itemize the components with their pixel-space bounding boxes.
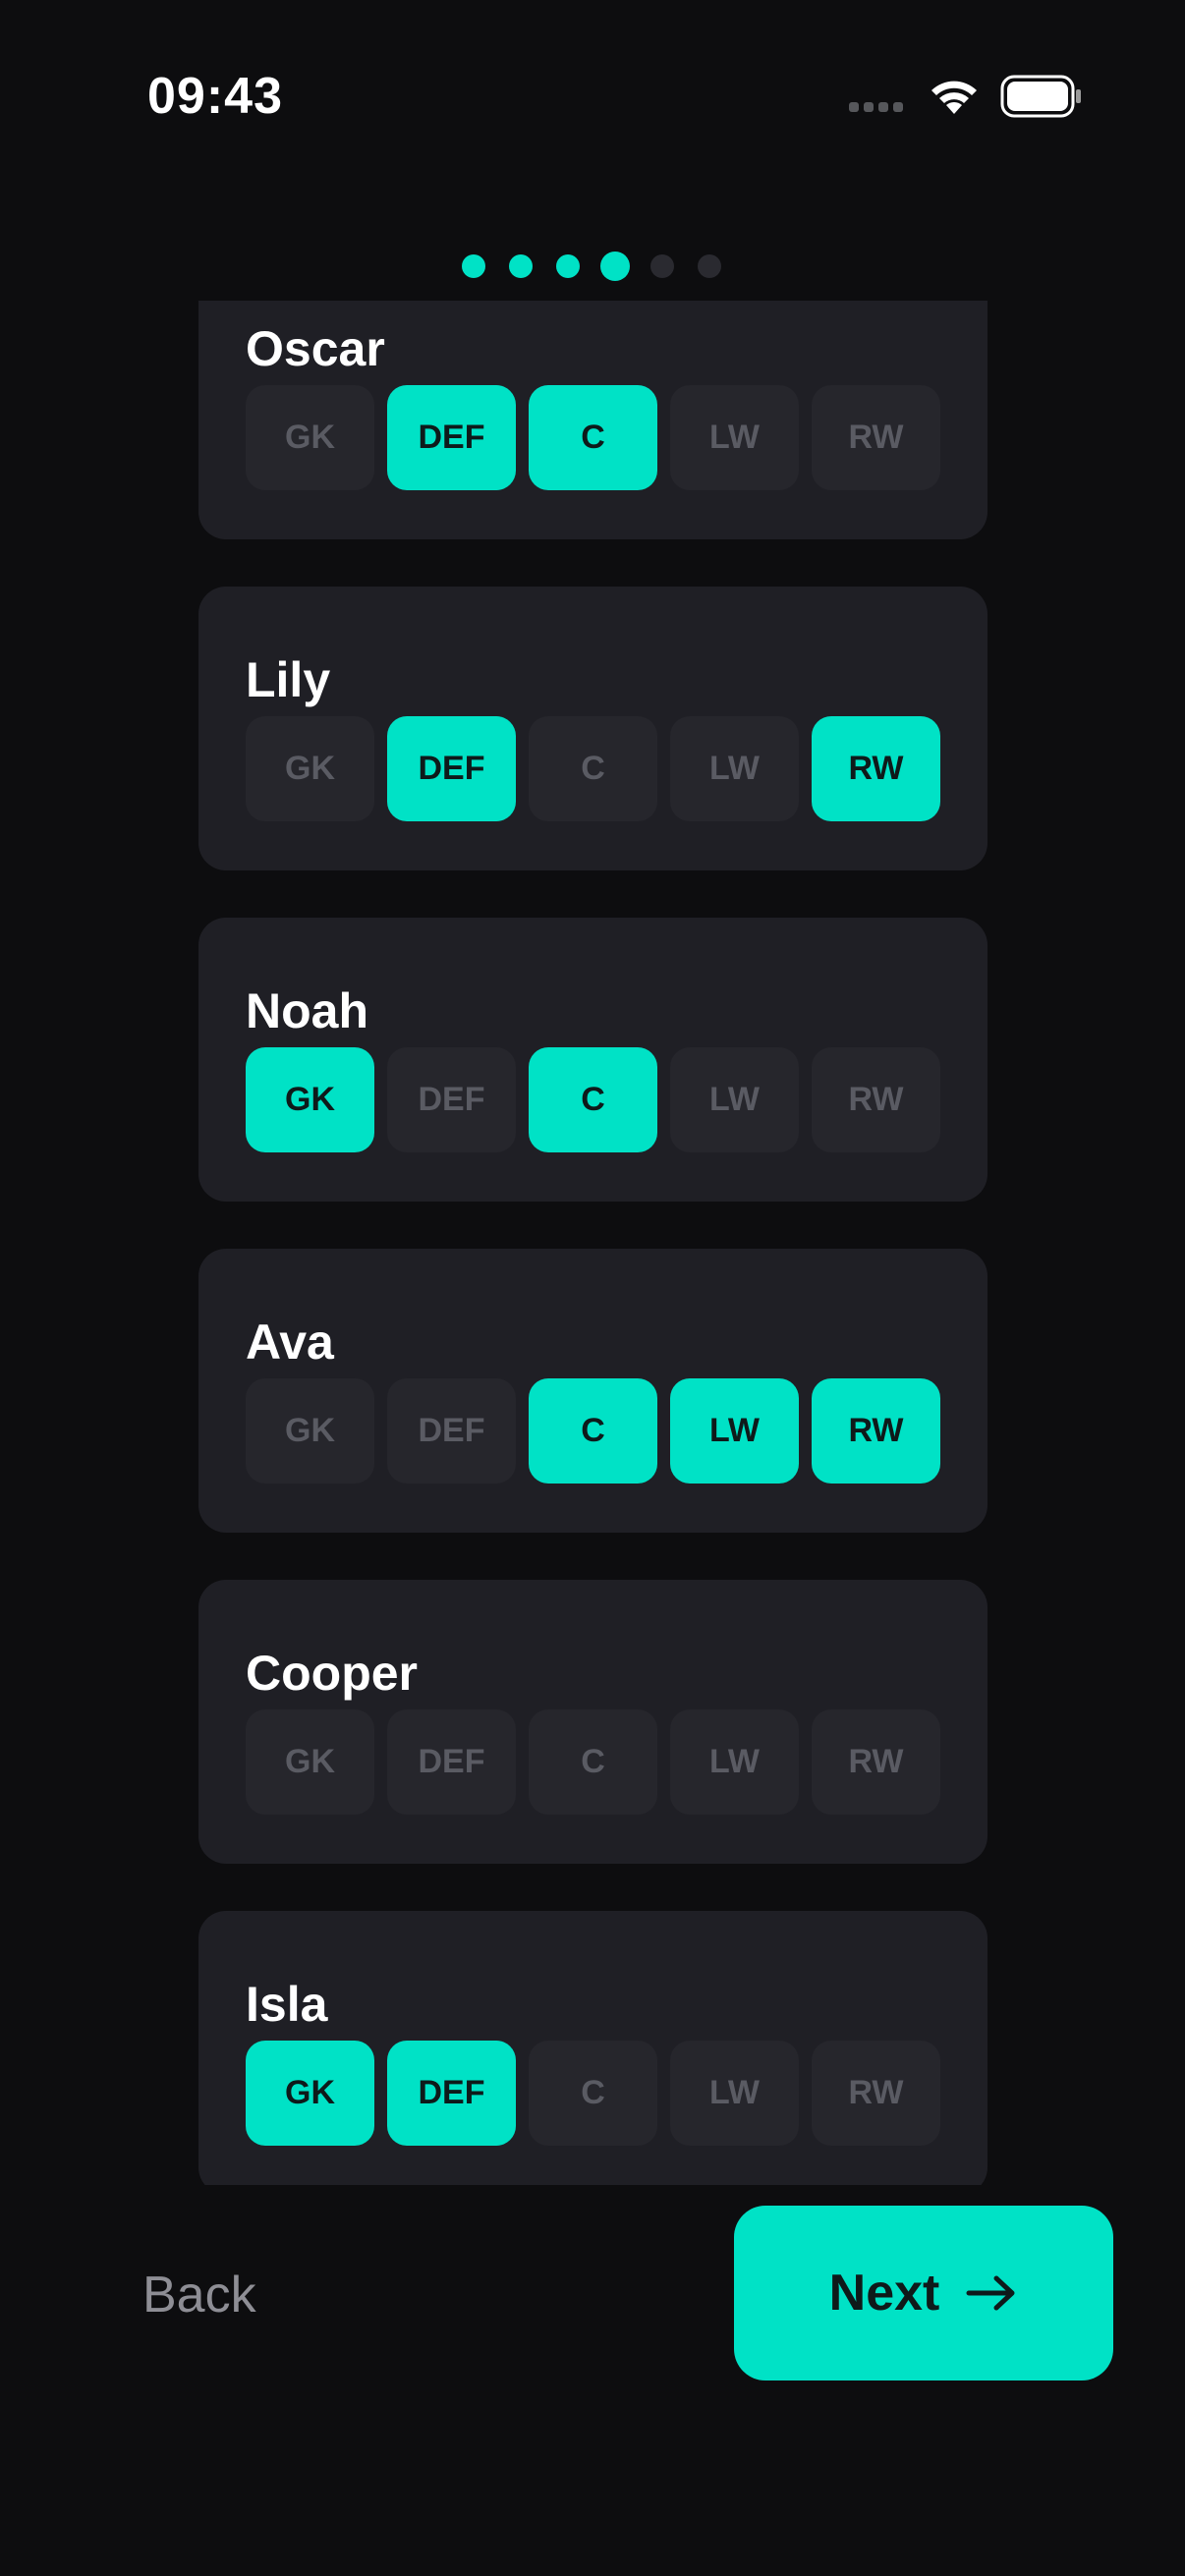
position-toggle-group: GK DEF C LW RW	[246, 2041, 940, 2146]
player-list[interactable]: Oscar GK DEF C LW RW Lily GK DEF C LW RW Noah GK DEF C L…	[0, 301, 1185, 2185]
position-toggle-group: GK DEF C LW RW	[246, 385, 940, 490]
position-toggle-c[interactable]: C	[529, 1709, 657, 1815]
back-button[interactable]: Back	[142, 2266, 256, 2324]
position-toggle-def[interactable]: DEF	[387, 1709, 516, 1815]
position-toggle-c[interactable]: C	[529, 1378, 657, 1484]
position-toggle-c[interactable]: C	[529, 1047, 657, 1152]
position-toggle-rw[interactable]: RW	[812, 716, 940, 821]
position-toggle-def[interactable]: DEF	[387, 385, 516, 490]
player-name: Lily	[246, 652, 331, 707]
position-toggle-lw[interactable]: LW	[670, 1047, 799, 1152]
arrow-right-icon	[966, 2275, 1015, 2311]
player-card: Ava GK DEF C LW RW	[198, 1249, 988, 1533]
position-toggle-lw[interactable]: LW	[670, 385, 799, 490]
player-card: Cooper GK DEF C LW RW	[198, 1580, 988, 1864]
player-name: Isla	[246, 1977, 328, 2032]
position-toggle-group: GK DEF C LW RW	[246, 716, 940, 821]
player-name: Oscar	[246, 321, 385, 376]
position-toggle-rw[interactable]: RW	[812, 385, 940, 490]
position-toggle-gk[interactable]: GK	[246, 385, 374, 490]
player-card: Isla GK DEF C LW RW	[198, 1911, 988, 2185]
position-toggle-gk[interactable]: GK	[246, 1047, 374, 1152]
page-dot	[509, 254, 533, 278]
position-toggle-group: GK DEF C LW RW	[246, 1047, 940, 1152]
position-toggle-gk[interactable]: GK	[246, 716, 374, 821]
page-dot	[600, 252, 630, 281]
position-toggle-group: GK DEF C LW RW	[246, 1378, 940, 1484]
player-name: Cooper	[246, 1646, 418, 1701]
page-dot	[556, 254, 580, 278]
page-indicator	[0, 251, 1185, 282]
page-dot	[650, 254, 674, 278]
position-toggle-rw[interactable]: RW	[812, 1709, 940, 1815]
position-toggle-gk[interactable]: GK	[246, 2041, 374, 2146]
player-card: Lily GK DEF C LW RW	[198, 587, 988, 870]
player-name: Ava	[246, 1315, 334, 1370]
position-toggle-gk[interactable]: GK	[246, 1709, 374, 1815]
player-name: Noah	[246, 983, 368, 1038]
page-dot	[698, 254, 721, 278]
position-toggle-def[interactable]: DEF	[387, 716, 516, 821]
position-toggle-def[interactable]: DEF	[387, 1047, 516, 1152]
position-toggle-def[interactable]: DEF	[387, 2041, 516, 2146]
next-label: Next	[828, 2265, 940, 2322]
position-toggle-c[interactable]: C	[529, 716, 657, 821]
next-button[interactable]: Next	[734, 2206, 1113, 2380]
cellular-signal-icon	[849, 102, 903, 112]
page-dot	[462, 254, 485, 278]
player-card: Noah GK DEF C LW RW	[198, 918, 988, 1202]
position-toggle-c[interactable]: C	[529, 385, 657, 490]
position-toggle-lw[interactable]: LW	[670, 1378, 799, 1484]
position-toggle-lw[interactable]: LW	[670, 1709, 799, 1815]
player-card: Oscar GK DEF C LW RW	[198, 301, 988, 539]
position-toggle-rw[interactable]: RW	[812, 1378, 940, 1484]
battery-icon	[1000, 75, 1081, 118]
position-toggle-c[interactable]: C	[529, 2041, 657, 2146]
position-toggle-group: GK DEF C LW RW	[246, 1709, 940, 1815]
position-toggle-lw[interactable]: LW	[670, 716, 799, 821]
position-toggle-gk[interactable]: GK	[246, 1378, 374, 1484]
position-toggle-rw[interactable]: RW	[812, 2041, 940, 2146]
position-toggle-rw[interactable]: RW	[812, 1047, 940, 1152]
position-toggle-def[interactable]: DEF	[387, 1378, 516, 1484]
position-toggle-lw[interactable]: LW	[670, 2041, 799, 2146]
wifi-icon	[931, 81, 977, 114]
status-time: 09:43	[147, 68, 283, 125]
